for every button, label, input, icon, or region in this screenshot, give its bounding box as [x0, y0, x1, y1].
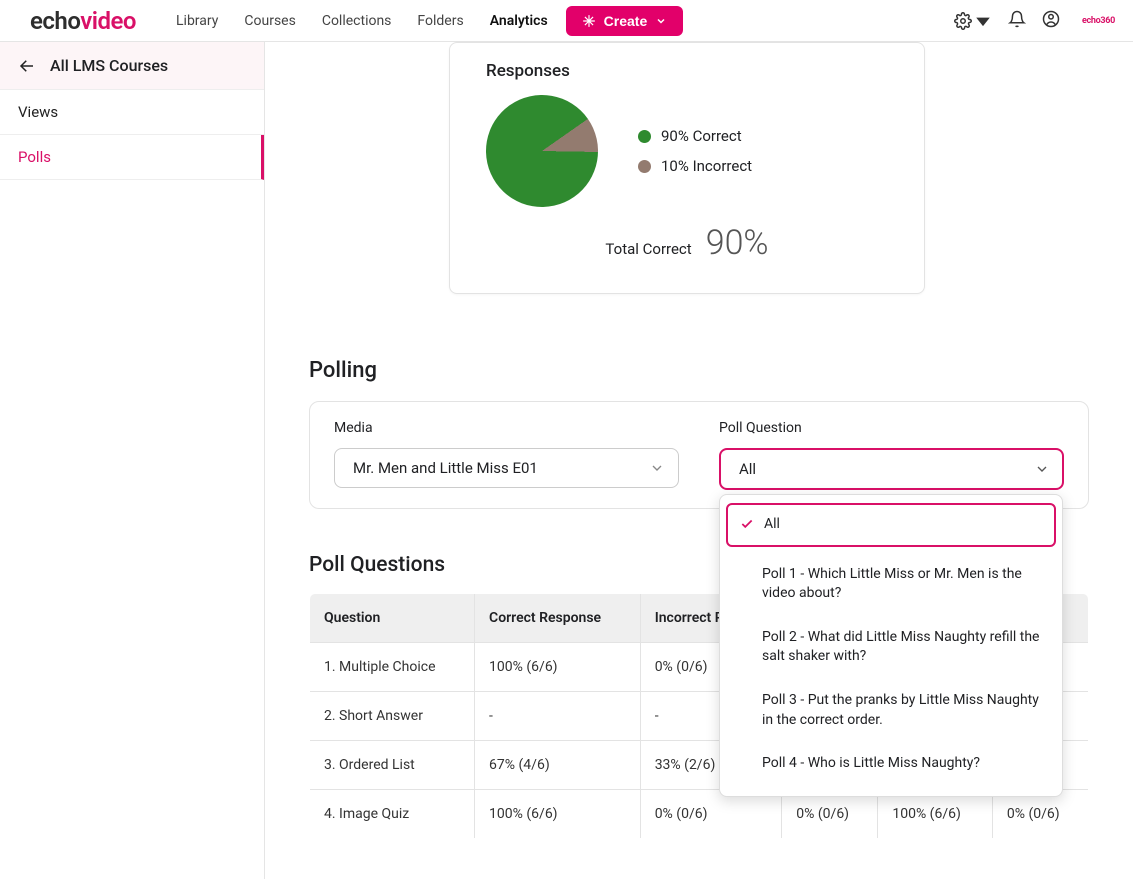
th-question: Question — [310, 594, 475, 643]
dd-label: Poll 4 - Who is Little Miss Naughty? — [762, 755, 980, 771]
poll-question-value: All — [739, 460, 756, 478]
legend-incorrect: 10% Incorrect — [638, 157, 752, 175]
dot-green-icon — [638, 130, 651, 143]
check-icon — [740, 517, 754, 531]
cell-incorrect: 0% (0/6) — [640, 790, 782, 839]
responses-legend: 90% Correct 10% Incorrect — [638, 127, 752, 175]
cell-extra: 0% (0/6) — [782, 790, 878, 839]
cell-extra: 0% (0/6) — [992, 790, 1088, 839]
bell-icon — [1008, 10, 1026, 28]
chevron-down-icon — [655, 15, 667, 27]
cell-question: 4. Image Quiz — [310, 790, 475, 839]
top-right-icons: echo360 — [954, 10, 1115, 32]
sidebar-back[interactable]: All LMS Courses — [0, 42, 264, 90]
logo-part2: video — [80, 7, 136, 35]
nav-analytics[interactable]: Analytics — [490, 13, 548, 29]
legend-incorrect-label: 10% Incorrect — [661, 157, 752, 175]
logo-part1: echo — [30, 7, 80, 35]
dd-label: Poll 3 - Put the pranks by Little Miss N… — [762, 692, 1039, 728]
cell-correct: 100% (6/6) — [475, 643, 641, 692]
polling-filter-card: Media Mr. Men and Little Miss E01 Poll Q… — [309, 401, 1089, 509]
dd-label: Poll 2 - What did Little Miss Naughty re… — [762, 629, 1039, 665]
poll-question-dropdown: All Poll 1 - Which Little Miss or Mr. Me… — [719, 494, 1063, 797]
polling-heading: Polling — [309, 358, 1089, 383]
dropdown-item-poll1[interactable]: Poll 1 - Which Little Miss or Mr. Men is… — [720, 553, 1062, 616]
sidebar-item-polls[interactable]: Polls — [0, 135, 264, 180]
responses-pie-chart — [464, 73, 620, 229]
cell-question: 1. Multiple Choice — [310, 643, 475, 692]
primary-nav: Library Courses Collections Folders Anal… — [176, 13, 548, 29]
dropdown-item-poll4[interactable]: Poll 4 - Who is Little Miss Naughty? — [720, 742, 1062, 786]
notifications-button[interactable] — [1008, 10, 1026, 32]
account-button[interactable] — [1042, 10, 1060, 32]
poll-question-label: Poll Question — [719, 420, 1064, 436]
top-navbar: echovideo Library Courses Collections Fo… — [0, 0, 1133, 42]
sidebar: All LMS Courses Views Polls — [0, 42, 265, 879]
poll-question-select[interactable]: All All Poll 1 - Which Little Miss or Mr… — [719, 448, 1064, 490]
caret-down-icon — [974, 12, 992, 30]
dot-brown-icon — [638, 160, 651, 173]
user-circle-icon — [1042, 10, 1060, 28]
th-correct: Correct Response — [475, 594, 641, 643]
brand-logo[interactable]: echovideo — [30, 7, 136, 35]
dd-label: Poll 1 - Which Little Miss or Mr. Men is… — [762, 566, 1022, 602]
nav-courses[interactable]: Courses — [244, 13, 295, 29]
legend-correct: 90% Correct — [638, 127, 752, 145]
dropdown-item-all[interactable]: All — [726, 503, 1056, 547]
media-label: Media — [334, 420, 679, 436]
nav-folders[interactable]: Folders — [417, 13, 463, 29]
cell-question: 3. Ordered List — [310, 741, 475, 790]
mini-logo: echo360 — [1082, 16, 1115, 26]
cell-correct: 67% (4/6) — [475, 741, 641, 790]
sparkle-icon — [582, 14, 596, 28]
sidebar-item-views[interactable]: Views — [0, 90, 264, 135]
create-button[interactable]: Create — [566, 6, 684, 36]
create-label: Create — [604, 13, 648, 29]
cell-correct: - — [475, 692, 641, 741]
table-row: 4. Image Quiz 100% (6/6) 0% (0/6) 0% (0/… — [310, 790, 1089, 839]
cell-correct: 100% (6/6) — [475, 790, 641, 839]
media-select[interactable]: Mr. Men and Little Miss E01 — [334, 448, 679, 488]
arrow-left-icon — [18, 57, 36, 75]
nav-collections[interactable]: Collections — [322, 13, 392, 29]
responses-title: Responses — [486, 61, 888, 81]
total-correct-label: Total Correct — [605, 240, 691, 258]
total-correct-line: Total Correct 90% — [486, 223, 888, 263]
main-content: Responses 90% Correct 10% Incorrect Tota… — [265, 42, 1133, 879]
dropdown-item-poll3[interactable]: Poll 3 - Put the pranks by Little Miss N… — [720, 679, 1062, 742]
cell-question: 2. Short Answer — [310, 692, 475, 741]
cell-extra: 100% (6/6) — [878, 790, 993, 839]
media-value: Mr. Men and Little Miss E01 — [353, 459, 538, 477]
responses-card: Responses 90% Correct 10% Incorrect Tota… — [449, 42, 925, 294]
sidebar-back-label: All LMS Courses — [50, 56, 168, 75]
gear-icon — [954, 12, 972, 30]
nav-library[interactable]: Library — [176, 13, 218, 29]
dropdown-item-poll2[interactable]: Poll 2 - What did Little Miss Naughty re… — [720, 616, 1062, 679]
total-correct-pct: 90% — [706, 223, 769, 263]
legend-correct-label: 90% Correct — [661, 127, 742, 145]
gear-dropdown[interactable] — [954, 12, 992, 30]
dd-label: All — [764, 516, 780, 532]
